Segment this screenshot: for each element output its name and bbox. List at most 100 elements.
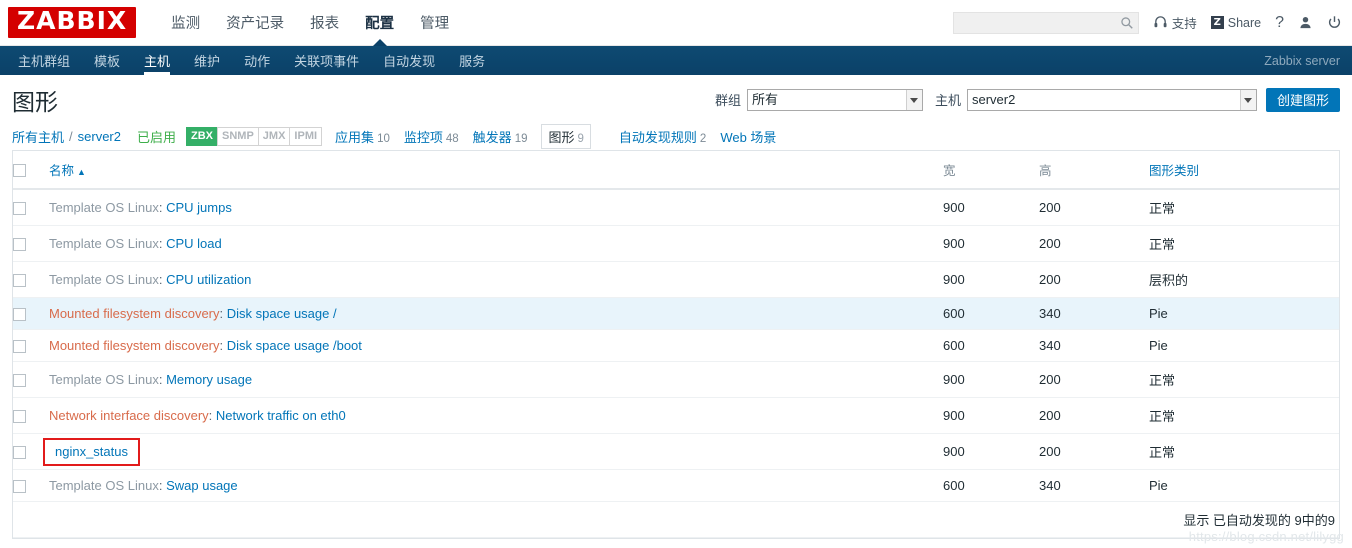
row-name-cell: Mounted filesystem discovery: Disk space… [49, 329, 943, 363]
tab-items[interactable]: 监控项 48 [404, 127, 459, 146]
breadcrumb-all-hosts[interactable]: 所有主机 [12, 127, 64, 146]
row-checkbox[interactable] [13, 410, 26, 424]
subnav-item-host-groups[interactable]: 主机群组 [6, 46, 82, 75]
subnav-item-services[interactable]: 服务 [447, 46, 497, 75]
graph-name-link[interactable]: nginx_status [55, 444, 128, 459]
user-profile-link[interactable] [1298, 15, 1313, 30]
row-width: 900 [943, 261, 1039, 298]
nav-item-administration[interactable]: 管理 [407, 0, 462, 46]
create-graph-button[interactable]: 创建图形 [1265, 87, 1340, 112]
table-row[interactable]: Template OS Linux: Swap usage 600 340 Pi… [13, 469, 1339, 503]
row-checkbox[interactable] [13, 374, 26, 388]
row-checkbox[interactable] [13, 308, 26, 322]
table-head: 名称 ▲ 宽 高 图形类别 [13, 151, 1339, 190]
tab-triggers[interactable]: 触发器 19 [473, 127, 528, 146]
row-height: 340 [1039, 297, 1149, 331]
row-prefix[interactable]: Template OS Linux [49, 200, 159, 215]
table-row[interactable]: Mounted filesystem discovery: Disk space… [13, 329, 1339, 363]
row-prefix[interactable]: Template OS Linux [49, 372, 159, 387]
prefix-separator: : [158, 272, 167, 287]
headset-icon [1153, 15, 1168, 30]
zabbix-logo[interactable]: ZABBIX [8, 7, 137, 38]
user-icon [1298, 15, 1313, 30]
graph-name-link[interactable]: Memory usage [166, 372, 252, 387]
share-link[interactable]: Z Share [1210, 16, 1261, 30]
host-status-badge[interactable]: 已启用 [137, 127, 176, 146]
nav-item-inventory[interactable]: 资产记录 [213, 0, 297, 46]
tab-label: Web 场景 [720, 129, 777, 145]
table-row[interactable]: Network interface discovery: Network tra… [13, 397, 1339, 435]
nav-label: 报表 [310, 16, 340, 32]
graph-name-link[interactable]: Network traffic on eth0 [216, 408, 346, 423]
nav-item-configuration[interactable]: 配置 [352, 0, 407, 47]
row-checkbox[interactable] [13, 274, 26, 288]
table-row[interactable]: Template OS Linux: Memory usage 900 200 … [13, 361, 1339, 399]
host-select-wrap[interactable]: server2 [966, 88, 1257, 111]
row-prefix[interactable]: Mounted filesystem discovery [49, 338, 220, 353]
row-height: 200 [1039, 433, 1149, 471]
search-icon[interactable] [1120, 16, 1134, 30]
subnav-item-discovery[interactable]: 自动发现 [371, 46, 447, 75]
tab-label: 自动发现规则 [618, 129, 697, 145]
tab-label: 触发器 [472, 129, 512, 145]
graph-name-link[interactable]: CPU jumps [166, 200, 232, 215]
row-checkbox[interactable] [13, 480, 26, 494]
graph-name-link[interactable]: CPU utilization [166, 272, 251, 287]
nav-label: 资产记录 [226, 16, 285, 32]
nav-item-reports[interactable]: 报表 [297, 0, 352, 46]
subnav-item-hosts[interactable]: 主机 [132, 46, 182, 75]
prefix-separator: : [219, 338, 227, 354]
column-header-graph-type[interactable]: 图形类别 [1149, 151, 1339, 190]
row-prefix[interactable]: Template OS Linux [49, 272, 159, 287]
tab-applications[interactable]: 应用集 10 [335, 127, 390, 146]
protocol-badge-snmp[interactable]: SNMP [217, 126, 259, 146]
row-name-cell: Template OS Linux: Memory usage [49, 361, 943, 399]
question-mark-icon: ? [1275, 13, 1284, 31]
subnav-item-templates[interactable]: 模板 [82, 46, 132, 75]
graph-name-link[interactable]: Disk space usage /boot [227, 338, 362, 353]
host-select[interactable]: server2 [966, 88, 1257, 111]
protocol-badge-ipmi[interactable]: IPMI [289, 126, 323, 146]
table-row[interactable]: Template OS Linux: CPU utilization 900 2… [13, 261, 1339, 298]
row-prefix[interactable]: Network interface discovery [49, 408, 209, 423]
table-row[interactable]: Template OS Linux: CPU jumps 900 200 正常 [13, 189, 1339, 226]
row-prefix[interactable]: Template OS Linux [49, 236, 159, 251]
group-select-wrap[interactable]: 所有 [746, 88, 923, 111]
row-checkbox[interactable] [13, 202, 26, 216]
graph-name-link[interactable]: Disk space usage / [227, 306, 337, 321]
graph-name-link[interactable]: Swap usage [166, 478, 238, 493]
signout-link[interactable] [1327, 15, 1342, 30]
tab-graphs[interactable]: 图形 9 [541, 123, 591, 149]
column-header-name[interactable]: 名称 ▲ [49, 151, 943, 190]
row-checkbox[interactable] [13, 446, 26, 460]
row-prefix[interactable]: Mounted filesystem discovery [49, 306, 220, 321]
table-row[interactable]: Mounted filesystem discovery: Disk space… [13, 297, 1339, 331]
row-checkbox[interactable] [13, 340, 26, 354]
support-link[interactable]: 支持 [1153, 13, 1197, 32]
tab-discovery-rules[interactable]: 自动发现规则 2 [619, 127, 706, 146]
table-row[interactable]: Template OS Linux: CPU load 900 200 正常 [13, 225, 1339, 262]
row-prefix[interactable]: Template OS Linux [49, 478, 159, 493]
nav-item-monitoring[interactable]: 监测 [158, 0, 213, 46]
breadcrumb-host[interactable]: server2 [78, 129, 121, 144]
subnav-label: 服务 [459, 54, 486, 69]
subnav-item-correlation[interactable]: 关联项事件 [282, 46, 371, 75]
select-all-checkbox[interactable] [13, 163, 26, 177]
row-checkbox[interactable] [13, 238, 26, 252]
group-select[interactable]: 所有 [746, 88, 923, 111]
row-select-cell [13, 361, 49, 399]
subnav-item-maintenance[interactable]: 维护 [182, 46, 232, 75]
tab-web-scenarios[interactable]: Web 场景 [720, 127, 776, 146]
table-row[interactable]: nginx_status 900 200 正常 [13, 433, 1339, 471]
protocol-badge-zbx[interactable]: ZBX [186, 126, 219, 146]
subnav-label: 自动发现 [383, 54, 436, 69]
row-graph-type: 正常 [1149, 225, 1339, 262]
subnav-item-actions[interactable]: 动作 [232, 46, 282, 75]
protocol-badge-jmx[interactable]: JMX [257, 126, 291, 146]
row-select-cell [13, 397, 49, 435]
help-link[interactable]: ? [1275, 14, 1284, 32]
global-search[interactable] [952, 11, 1139, 34]
search-input[interactable] [959, 14, 1120, 31]
main-navigation: 监测 资产记录 报表 配置 管理 [158, 0, 462, 47]
graph-name-link[interactable]: CPU load [166, 236, 222, 251]
